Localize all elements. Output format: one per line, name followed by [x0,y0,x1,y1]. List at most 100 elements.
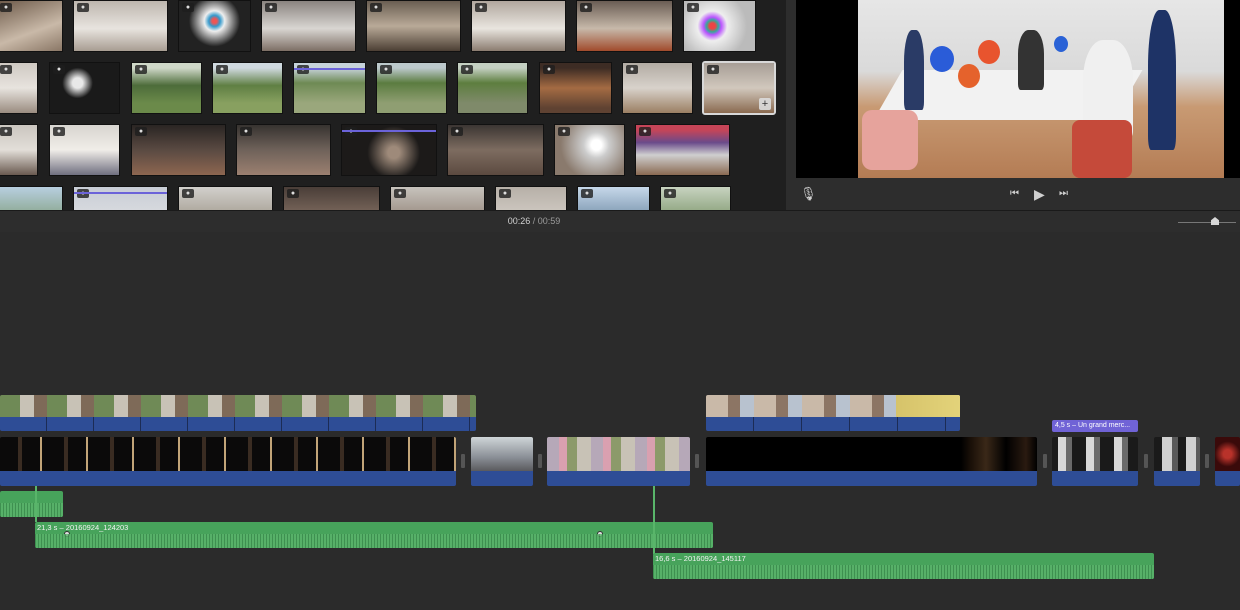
media-thumbnail[interactable]: ● [576,0,673,52]
storyline-clip[interactable] [706,437,1037,486]
transition-marker[interactable] [538,454,542,468]
media-thumbnail[interactable]: ● [49,62,120,114]
camera-icon: ● [394,189,406,198]
storyline-clip[interactable] [1215,437,1240,486]
total-time: 00:59 [537,216,561,226]
media-thumbnail[interactable]: ● [293,62,366,114]
storyline-clip[interactable] [471,437,533,486]
media-thumbnail[interactable]: ● [376,62,447,114]
add-icon[interactable]: + [759,98,771,110]
camera-icon: ● [53,127,65,136]
media-thumbnail[interactable]: ● [0,124,38,176]
media-thumbnail[interactable]: ● [447,124,544,176]
used-marker [74,192,167,194]
media-thumbnail[interactable]: ● [236,124,331,176]
time-separator: / [532,216,536,226]
transition-marker[interactable] [1205,454,1209,468]
media-thumbnail[interactable]: ● [49,124,120,176]
camera-icon: ● [370,3,382,12]
transition-marker[interactable] [1043,454,1047,468]
media-thumbnail[interactable]: ● [554,124,625,176]
media-thumbnail[interactable]: ● [212,62,283,114]
used-marker [342,130,436,132]
skip-forward-icon[interactable]: ⏭ [1059,178,1068,210]
cutaway-clip[interactable] [706,395,960,431]
audio-clip[interactable]: 16,6 s – 20160924_145117 [653,553,1154,579]
transition-marker[interactable] [461,454,465,468]
microphone-icon[interactable]: 🎙 [800,178,817,210]
camera-icon: ● [380,65,392,74]
camera-icon: ● [53,65,65,74]
camera-icon: ● [0,3,12,12]
media-thumbnail[interactable]: ● [622,62,693,114]
storyline-clip[interactable] [547,437,690,486]
storyline-clip[interactable] [0,437,456,486]
audio-clip-label: 16,6 s – 20160924_145117 [655,554,746,563]
storyline-clip[interactable] [1052,437,1138,486]
media-thumbnail[interactable]: ● [0,62,38,114]
media-thumbnail[interactable]: ● [660,186,731,210]
media-thumbnail[interactable]: ● [261,0,356,52]
media-thumbnail[interactable]: ● [283,186,380,210]
audio-clip[interactable]: 21,3 s – 20160924_124203 [35,522,713,548]
cutaway-clip[interactable] [0,395,476,431]
media-thumbnail[interactable]: ● [683,0,756,52]
camera-icon: ● [77,3,89,12]
media-thumbnail[interactable]: ● [539,62,612,114]
camera-icon: ● [240,127,252,136]
zoom-slider-knob[interactable] [1211,217,1219,225]
media-thumbnail[interactable]: ● [73,0,168,52]
media-thumbnail[interactable]: ● [73,186,168,210]
media-thumbnail[interactable]: ● [366,0,461,52]
media-thumbnail[interactable]: ● [178,186,273,210]
camera-icon: ● [475,3,487,12]
imovie-window: ● ● ● ● ● ● ● ● ● ● ● ● ● ● ● ● ● ●+ ● ●… [0,0,1240,610]
media-thumbnail[interactable]: ● [341,124,437,176]
camera-icon: ● [639,127,651,136]
skip-back-icon[interactable]: ⏮ [1010,178,1019,210]
media-thumbnail[interactable]: ● [457,62,528,114]
media-thumbnail[interactable]: ● [635,124,730,176]
viewer: 🎙 ⏮ ▶ ⏭ [796,0,1240,210]
transition-marker[interactable] [1144,454,1148,468]
camera-icon: ● [707,65,719,74]
camera-icon: ● [461,65,473,74]
audio-clip-label: 21,3 s – 20160924_124203 [37,523,129,532]
media-thumbnail[interactable]: ● [390,186,485,210]
audio-connector [35,486,37,522]
media-thumbnail-selected[interactable]: ● + [702,61,776,115]
camera-icon: ● [558,127,570,136]
timecode-display: 00:26 / 00:59 [0,216,1068,226]
camera-icon: ● [499,189,511,198]
viewer-preview-image [858,0,1224,178]
camera-icon: ● [135,127,147,136]
camera-icon: ● [626,65,638,74]
media-thumbnail[interactable]: ● [577,186,650,210]
camera-icon: ● [580,3,592,12]
media-thumbnail[interactable]: ● [178,0,251,52]
used-marker [294,68,365,70]
camera-icon: ● [0,65,12,74]
media-thumbnail[interactable] [0,186,63,210]
timeline: 4,5 s – Un grand merc... 21,3 s – 201609… [0,232,1240,610]
media-thumbnail[interactable]: ● [471,0,566,52]
camera-icon: ● [543,65,555,74]
title-clip[interactable]: 4,5 s – Un grand merc... [1052,420,1138,432]
viewer-frame [796,0,1240,178]
audio-clip[interactable] [0,491,63,517]
zoom-slider-track[interactable] [1178,222,1236,223]
storyline-clip[interactable] [1154,437,1200,486]
media-thumbnail[interactable]: ● [131,124,226,176]
camera-icon: ● [451,127,463,136]
media-thumbnail[interactable]: ● [495,186,567,210]
timeline-toolbar: 00:26 / 00:59 [0,210,1240,232]
camera-icon: ● [216,65,228,74]
transition-marker[interactable] [695,454,699,468]
camera-icon: ● [687,3,699,12]
play-icon[interactable]: ▶ [1034,178,1045,210]
media-browser: ● ● ● ● ● ● ● ● ● ● ● ● ● ● ● ● ● ●+ ● ●… [0,0,786,210]
media-thumbnail[interactable]: ● [0,0,63,52]
media-thumbnail[interactable]: ● [131,62,202,114]
camera-icon: ● [265,3,277,12]
pane-divider[interactable] [786,0,796,210]
